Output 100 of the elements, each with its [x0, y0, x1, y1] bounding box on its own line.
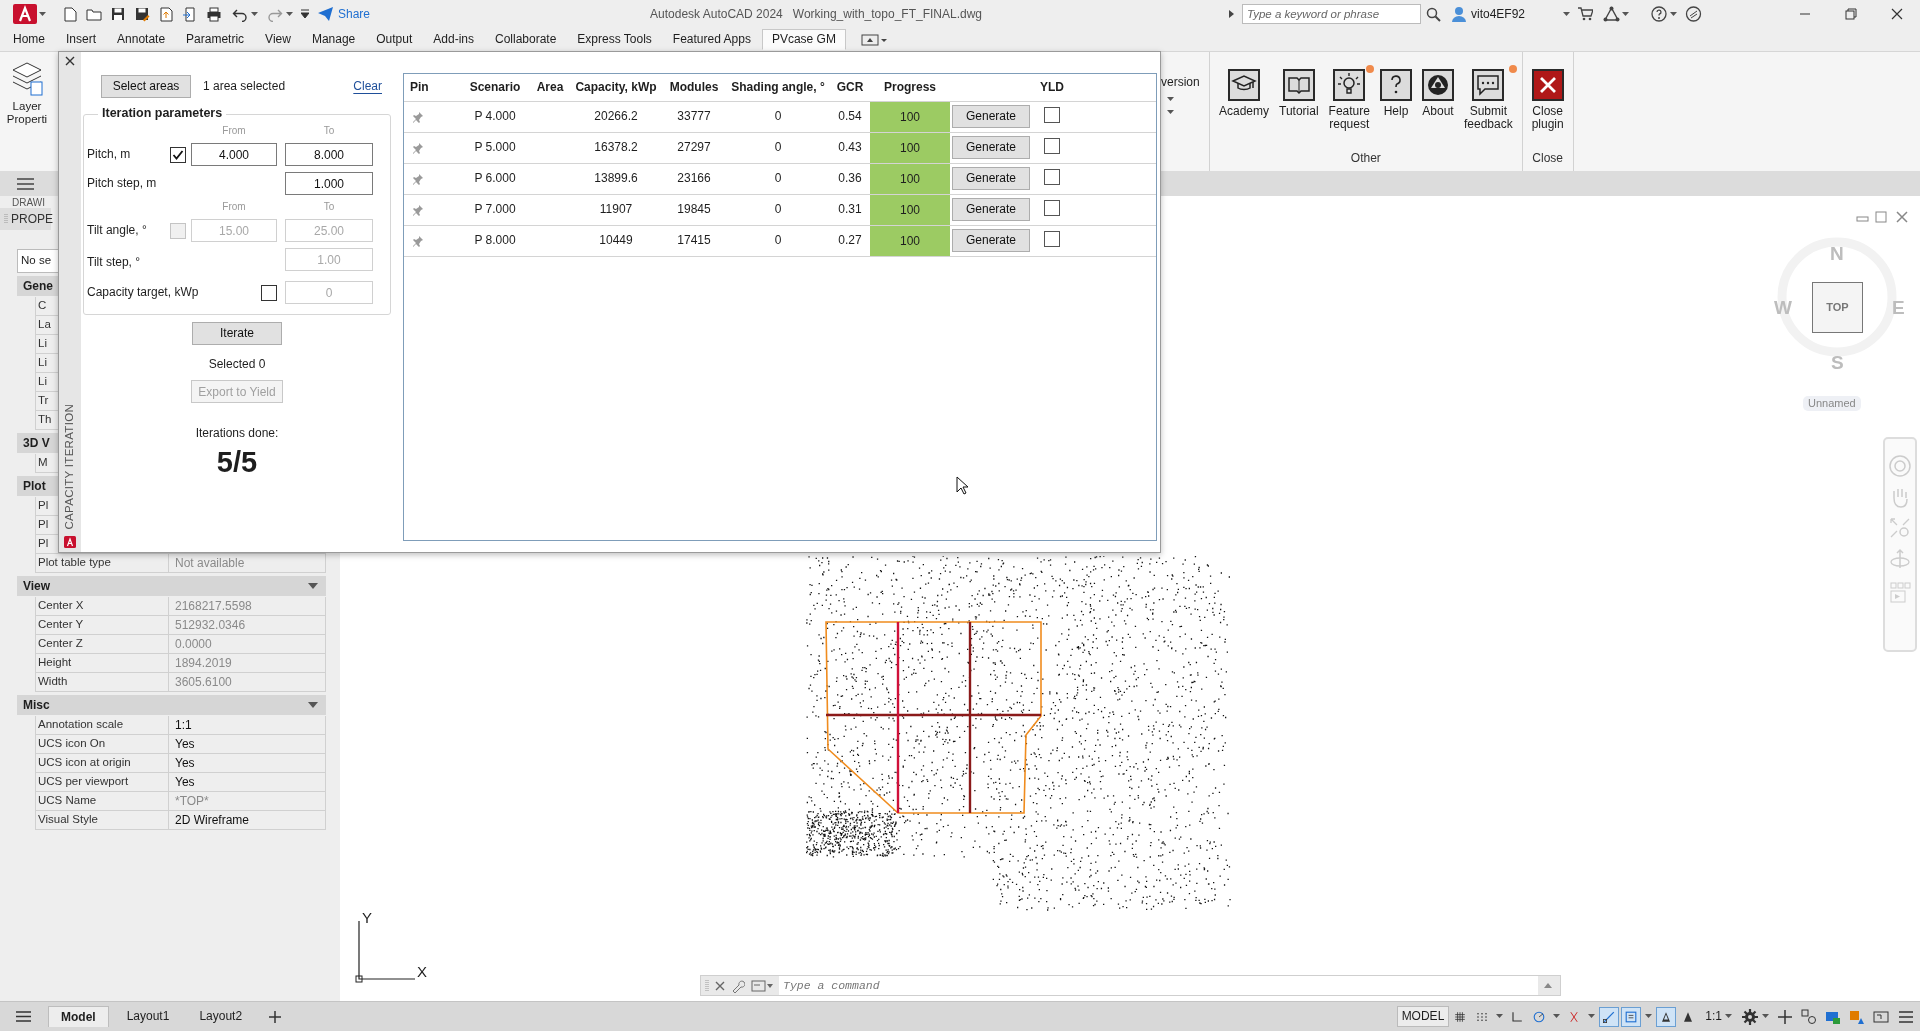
new-file-icon[interactable] — [62, 6, 78, 22]
help-icon[interactable] — [1651, 6, 1667, 22]
clear-link[interactable]: Clear — [353, 79, 382, 94]
full-screen-icon[interactable] — [1873, 1008, 1889, 1025]
history-caret-icon[interactable] — [1544, 983, 1552, 988]
generate-button[interactable]: Generate — [952, 198, 1030, 221]
app-logo-icon[interactable] — [13, 4, 37, 24]
caret-icon[interactable] — [1563, 11, 1570, 17]
caret-icon[interactable] — [1622, 11, 1629, 17]
caret-icon[interactable] — [1496, 1014, 1504, 1019]
caret-icon[interactable] — [1553, 1014, 1561, 1019]
search-icon[interactable] — [1425, 6, 1441, 22]
property-value[interactable]: Yes — [169, 736, 195, 752]
caret-icon[interactable] — [286, 11, 293, 17]
ribbon-tab[interactable]: Manage — [301, 29, 366, 50]
command-prompt-icon[interactable] — [751, 979, 773, 992]
ribbon-button[interactable]: Close plugin — [1528, 69, 1567, 132]
layer-properties-button[interactable]: Layer Properti — [3, 52, 51, 171]
generate-button[interactable]: Generate — [952, 105, 1030, 128]
share-button[interactable]: Share — [338, 6, 371, 22]
customization-icon[interactable] — [1898, 1008, 1914, 1025]
caret-icon[interactable] — [1588, 1014, 1596, 1019]
ribbon-tab[interactable]: Output — [366, 29, 423, 50]
checkbox[interactable] — [1044, 199, 1060, 216]
ribbon-tab[interactable]: Home — [3, 29, 55, 50]
add-icon[interactable] — [268, 1009, 283, 1024]
caret-icon[interactable] — [251, 11, 258, 17]
open-folder-icon[interactable] — [86, 6, 102, 22]
menu-icon[interactable] — [15, 1010, 32, 1023]
ribbon-tab[interactable]: Featured Apps — [662, 29, 761, 50]
property-value[interactable]: 2D Wireframe — [169, 812, 249, 828]
printer-icon[interactable] — [206, 6, 222, 22]
document-export-icon[interactable] — [182, 6, 198, 22]
ribbon-tab[interactable]: View — [255, 29, 301, 50]
ribbon-tab[interactable]: Express Tools — [567, 29, 662, 50]
object-snap-icon[interactable] — [1599, 1006, 1620, 1027]
grip-icon[interactable] — [705, 978, 709, 993]
triangle-nodes-icon[interactable] — [1603, 6, 1620, 22]
checkbox[interactable] — [1044, 137, 1060, 154]
collapse-caret-icon[interactable] — [308, 583, 318, 589]
ribbon-button[interactable]: Submit feedback — [1460, 69, 1516, 132]
ribbon-button[interactable]: Academy — [1216, 69, 1273, 119]
generate-button[interactable]: Generate — [952, 167, 1030, 190]
command-input[interactable]: Type a command — [779, 976, 1538, 995]
pin-icon[interactable] — [412, 204, 424, 217]
checkbox[interactable] — [1044, 230, 1060, 247]
ribbon-tab[interactable]: Insert — [56, 29, 107, 50]
pin-icon[interactable] — [412, 235, 424, 248]
settings-icon[interactable] — [1742, 1008, 1758, 1025]
layout-tab[interactable]: Layout2 — [187, 1006, 255, 1027]
units-icon[interactable] — [1849, 1008, 1865, 1025]
layout-tab[interactable]: Model — [48, 1005, 109, 1028]
save-as-icon[interactable] — [134, 6, 150, 22]
ribbon-button[interactable]: Tutorial — [1276, 69, 1322, 119]
lineweight-icon[interactable] — [1621, 1006, 1642, 1027]
crosshair-icon[interactable] — [1777, 1008, 1793, 1025]
window-controls-icon[interactable] — [1856, 211, 1908, 223]
chat-bubble-icon[interactable] — [1685, 6, 1702, 22]
checkbox[interactable] — [1044, 106, 1060, 123]
share-icon[interactable] — [318, 7, 333, 21]
expand-icon[interactable] — [1228, 10, 1234, 18]
user-name[interactable]: vito4EF92 — [1470, 6, 1525, 22]
grip-icon[interactable] — [4, 213, 8, 225]
property-value[interactable]: Yes — [169, 755, 195, 771]
caret-icon[interactable] — [1725, 1014, 1732, 1019]
from-field[interactable]: 4.000 — [191, 143, 277, 166]
annotation-scale[interactable]: 1:1 — [1705, 1009, 1722, 1024]
view-cube-face[interactable]: TOP — [1812, 282, 1863, 333]
ribbon-tab[interactable]: PVcase GM — [761, 29, 846, 50]
close-icon[interactable] — [65, 56, 75, 66]
document-upload-icon[interactable] — [158, 6, 174, 22]
select-areas-button[interactable]: Select areas — [101, 75, 191, 98]
caret-icon[interactable] — [1762, 1014, 1769, 1019]
checkbox[interactable] — [261, 284, 277, 301]
caret-icon[interactable] — [39, 11, 46, 17]
generate-button[interactable]: Generate — [952, 229, 1030, 252]
model-space-button[interactable]: MODEL — [1396, 1006, 1450, 1027]
ribbon-button[interactable]: Feature request — [1325, 69, 1373, 132]
collapse-caret-icon[interactable] — [308, 702, 318, 708]
pin-icon[interactable] — [412, 142, 424, 155]
property-value[interactable]: 1:1 — [169, 717, 192, 733]
save-icon[interactable] — [110, 6, 126, 22]
step-field[interactable]: 1.000 — [285, 172, 373, 195]
user-icon[interactable] — [1450, 6, 1467, 22]
caret-icon[interactable] — [1645, 1014, 1653, 1019]
ribbon-tab[interactable]: Parametric — [176, 29, 255, 50]
caret-icon[interactable] — [1670, 11, 1677, 17]
close-icon[interactable] — [715, 980, 725, 991]
pin-icon[interactable] — [412, 173, 424, 186]
customize-caret-icon[interactable] — [301, 9, 309, 19]
to-field[interactable]: 8.000 — [285, 143, 373, 166]
search-field[interactable]: Type a keyword or phrase — [1241, 4, 1421, 24]
pin-icon[interactable] — [412, 111, 424, 124]
wrench-icon[interactable] — [731, 978, 745, 993]
isolate-objects-icon[interactable] — [1801, 1008, 1817, 1025]
layout-tab[interactable]: Layout1 — [114, 1006, 182, 1027]
workspace-icon[interactable] — [860, 32, 887, 47]
checkbox[interactable] — [170, 146, 186, 163]
ribbon-tab[interactable]: Collaborate — [485, 29, 567, 50]
property-value[interactable]: Yes — [169, 774, 195, 790]
